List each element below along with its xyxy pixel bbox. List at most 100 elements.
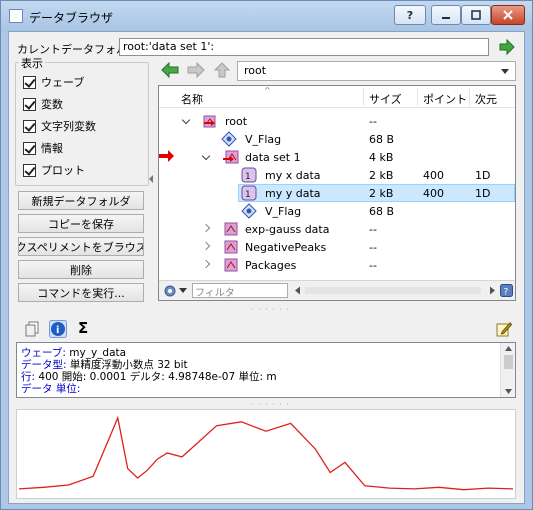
row-size: 2 kB (369, 187, 394, 200)
checkbox-label: 情報 (41, 142, 63, 155)
chevron-down-icon (501, 69, 509, 74)
close-button[interactable] (491, 5, 525, 25)
plot-svg (18, 415, 514, 491)
tree-row-my-x-data[interactable]: 1 my x data 2 kB 400 1D (159, 166, 515, 184)
row-name: Packages (245, 259, 297, 272)
current-folder-marker-icon (159, 150, 174, 162)
info-icon[interactable]: i (49, 320, 67, 338)
expand-chevron-icon[interactable] (201, 259, 211, 269)
column-name[interactable]: 名称 (181, 91, 203, 107)
tree-row-vflag-child[interactable]: V_Flag 68 B (159, 202, 515, 220)
forward-arrow-icon[interactable] (187, 62, 205, 78)
current-folder-field[interactable]: root:'data set 1': (119, 38, 489, 56)
row-name: exp-gauss data (245, 223, 330, 236)
tree-row-vflag[interactable]: V_Flag 68 B (159, 130, 515, 148)
folder-icon (223, 150, 239, 164)
row-name: V_Flag (265, 205, 302, 218)
folder-icon (224, 258, 238, 272)
expand-chevron-icon[interactable] (201, 241, 211, 251)
show-strings-checkbox[interactable]: 文字列変数 (23, 118, 96, 134)
show-plot-checkbox[interactable]: プロット (23, 162, 85, 178)
show-variables-checkbox[interactable]: 変数 (23, 96, 63, 112)
info-scrollbar[interactable] (500, 343, 515, 397)
splitter-handle[interactable]: · · · · · · (251, 305, 290, 314)
row-size: -- (369, 259, 377, 272)
go-arrow-icon[interactable] (498, 38, 516, 56)
data-tree[interactable]: ^ 名称 サイズ ポイント 次元 root -- V_Flag 68 B dat… (158, 85, 516, 301)
folder-icon (224, 222, 238, 236)
filter-input[interactable]: フィルタ (192, 283, 288, 299)
row-size: 2 kB (369, 169, 394, 182)
svg-text:i: i (56, 325, 59, 336)
checkbox-box[interactable] (23, 97, 36, 111)
variable-icon (241, 203, 257, 219)
info-line-data-units: データ 単位: (21, 383, 81, 395)
statistics-icon[interactable]: Σ (78, 319, 88, 337)
tree-row-root[interactable]: root -- (159, 112, 515, 130)
tree-row-data-set-1[interactable]: data set 1 4 kB (159, 148, 515, 166)
row-size: 4 kB (369, 151, 394, 164)
variable-icon (221, 131, 237, 147)
checkbox-label: プロット (41, 164, 85, 177)
path-value: root (244, 64, 267, 77)
maximize-button[interactable] (461, 5, 491, 25)
wave-icon: 1 (241, 167, 257, 183)
row-size: -- (369, 223, 377, 236)
maximize-icon (471, 10, 481, 20)
gear-icon[interactable] (163, 284, 177, 298)
help-button[interactable]: ? (394, 5, 426, 25)
row-dims: 1D (475, 187, 491, 200)
row-size: 68 B (369, 205, 395, 218)
minimize-icon (442, 17, 450, 19)
up-arrow-icon[interactable] (213, 62, 231, 78)
tree-row-negativepeaks[interactable]: NegativePeaks -- (159, 238, 515, 256)
checkbox-box[interactable] (23, 141, 36, 155)
show-waves-checkbox[interactable]: ウェーブ (23, 74, 84, 90)
back-arrow-icon[interactable] (161, 62, 179, 78)
path-dropdown[interactable]: root (237, 61, 516, 81)
tree-row-packages[interactable]: Packages -- (159, 256, 515, 274)
row-size: 68 B (369, 133, 395, 146)
column-size[interactable]: サイズ (369, 91, 402, 107)
folder-icon (203, 115, 216, 128)
row-points: 400 (423, 187, 444, 200)
row-name: my y data (265, 187, 321, 200)
minimize-button[interactable] (431, 5, 461, 25)
tree-row-exp-gauss-data[interactable]: exp-gauss data -- (159, 220, 515, 238)
expand-chevron-icon[interactable] (201, 223, 211, 233)
checkbox-box[interactable] (23, 75, 36, 89)
help-icon[interactable]: ? (500, 284, 513, 297)
client-area: カレントデータフォルダ: root:'data set 1': 表示 ウェーブ … (8, 31, 525, 504)
window-title: データブラウザ (29, 11, 114, 25)
display-legend: 表示 (19, 55, 45, 71)
checkbox-box[interactable] (23, 163, 36, 177)
close-icon (503, 10, 513, 20)
delete-button[interactable]: 削除 (18, 260, 144, 279)
checkbox-box[interactable] (23, 119, 36, 133)
copy-icon[interactable] (25, 321, 41, 337)
column-points[interactable]: ポイント (423, 91, 467, 107)
horizontal-scrollbar[interactable] (293, 285, 497, 296)
browse-experiment-button[interactable]: エクスペリメントをブラウズ... (18, 237, 144, 256)
column-dims[interactable]: 次元 (475, 91, 497, 107)
svg-text:1: 1 (245, 172, 251, 182)
splitter-handle[interactable]: · · · · · · (251, 400, 290, 409)
expand-chevron-icon[interactable] (201, 151, 211, 161)
show-info-checkbox[interactable]: 情報 (23, 140, 63, 156)
checkbox-label: 変数 (41, 98, 63, 111)
save-copy-button[interactable]: コピーを保存 (18, 214, 144, 233)
chevron-down-icon[interactable] (179, 288, 187, 294)
info-panel[interactable]: ウェーブ: my_y_data データ型: 単精度浮動小数点 32 bit 行:… (16, 342, 516, 398)
edit-notes-icon[interactable] (496, 321, 512, 337)
row-name: my x data (265, 169, 321, 182)
new-data-folder-button[interactable]: 新規データフォルダ (18, 191, 144, 210)
wave-icon: 1 (241, 185, 257, 201)
sort-indicator-icon: ^ (264, 86, 271, 95)
collapse-panel-icon[interactable] (149, 175, 153, 183)
expand-chevron-icon[interactable] (181, 115, 191, 125)
row-name: data set 1 (245, 151, 301, 164)
data-plot (16, 409, 516, 499)
tree-row-my-y-data[interactable]: 1 my y data 2 kB 400 1D (159, 184, 515, 202)
execute-command-button[interactable]: コマンドを実行... (18, 283, 144, 302)
title-bar[interactable]: データブラウザ ? (1, 1, 532, 31)
